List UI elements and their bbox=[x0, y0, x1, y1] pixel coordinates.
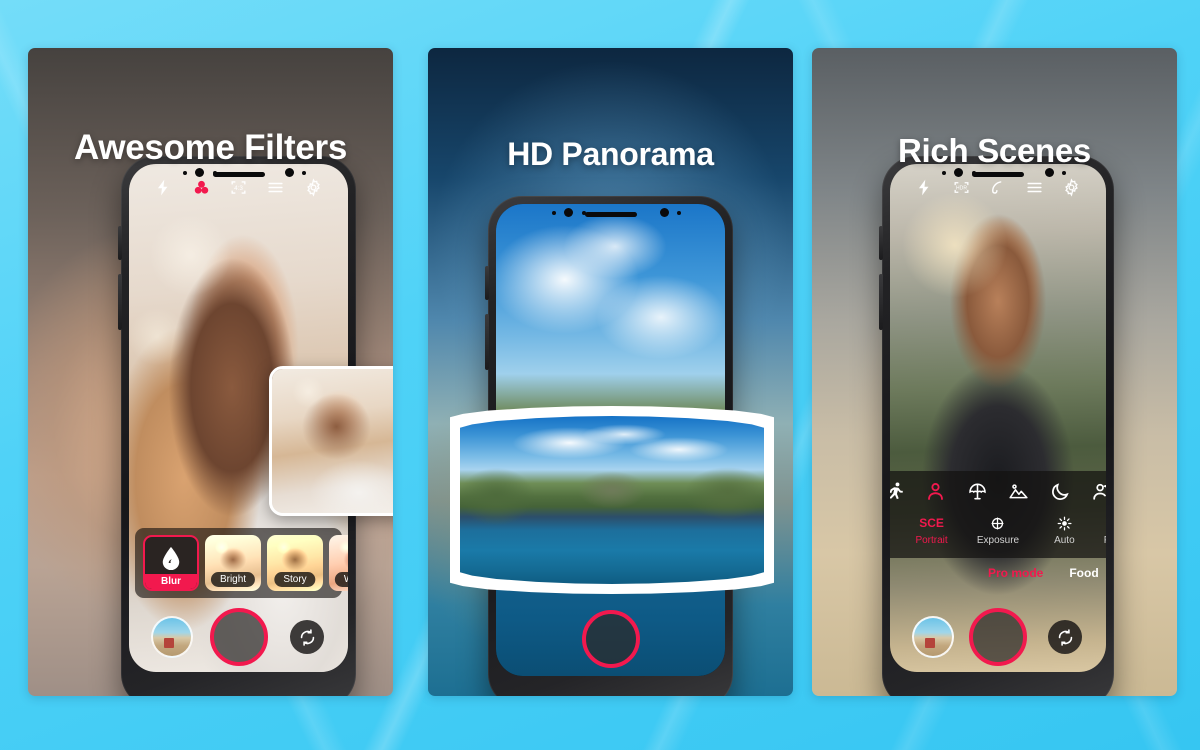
phone-mockup: HDR WB D bbox=[879, 156, 1114, 696]
panorama-arc-icon[interactable] bbox=[988, 178, 1007, 197]
panel-headline: Rich Scenes bbox=[898, 132, 1091, 169]
scene-settings-row: WB Daylight SCE Portrait Exposure Auto bbox=[890, 514, 1106, 546]
phone-bezel-sensors bbox=[488, 196, 733, 230]
filter-label: Blur bbox=[145, 574, 197, 589]
setting-photo-mode[interactable]: Photo mode bbox=[1102, 514, 1106, 546]
camera-controls bbox=[129, 606, 348, 668]
gallery-thumbnail[interactable] bbox=[912, 616, 954, 658]
settings-gear-icon[interactable] bbox=[304, 178, 323, 197]
camera-flip-icon[interactable] bbox=[1048, 620, 1082, 654]
landscape-mountain-icon[interactable] bbox=[1008, 481, 1029, 502]
mode-pro[interactable]: Pro mode bbox=[988, 566, 1043, 580]
svg-text:4:3: 4:3 bbox=[234, 185, 243, 192]
shutter-button[interactable] bbox=[209, 608, 268, 666]
filter-label: Warm bbox=[334, 572, 348, 587]
setting-value: WB bbox=[890, 514, 894, 532]
setting-scene[interactable]: SCE Portrait bbox=[903, 514, 961, 546]
water-drop-icon bbox=[160, 546, 182, 572]
camera-mode-strip: Pro mode Food Square bbox=[988, 566, 1106, 580]
camera-viewfinder-photo bbox=[890, 164, 1106, 672]
camera-controls bbox=[496, 608, 725, 670]
setting-caption: Portrait bbox=[915, 535, 948, 546]
filter-item-blur[interactable]: Blur bbox=[143, 535, 199, 591]
preview-thumbnail[interactable] bbox=[269, 366, 393, 516]
screenshot-panel-awesome-filters: Awesome Filters 4:3 Blur Bright Story bbox=[28, 48, 393, 696]
focus-auto-icon bbox=[1035, 514, 1093, 532]
panel-headline: Awesome Filters bbox=[73, 128, 348, 167]
filter-label: Bright bbox=[210, 572, 256, 587]
setting-caption: Daylight bbox=[890, 535, 894, 546]
flash-icon[interactable] bbox=[915, 178, 934, 197]
running-person-icon[interactable] bbox=[890, 481, 905, 502]
menu-icon[interactable] bbox=[1025, 178, 1044, 197]
flash-icon[interactable] bbox=[154, 178, 173, 197]
camera-flip-icon[interactable] bbox=[290, 620, 324, 654]
svg-text:HDR: HDR bbox=[956, 185, 967, 191]
settings-gear-icon[interactable] bbox=[1062, 178, 1081, 197]
scene-settings-strip: WB Daylight SCE Portrait Exposure Auto bbox=[890, 471, 1106, 558]
hdr-icon[interactable]: HDR bbox=[952, 178, 971, 197]
setting-caption: Exposure bbox=[976, 535, 1020, 546]
exposure-icon bbox=[969, 514, 1027, 532]
preview-photo bbox=[272, 369, 393, 513]
camera-topbar: 4:3 bbox=[129, 178, 348, 197]
filter-circles-icon[interactable] bbox=[192, 178, 211, 197]
shutter-button[interactable] bbox=[581, 610, 640, 668]
setting-exposure[interactable]: Exposure bbox=[969, 514, 1027, 546]
filter-item-story[interactable]: Story bbox=[267, 535, 323, 591]
filter-item-bright[interactable]: Bright bbox=[205, 535, 261, 591]
setting-white-balance[interactable]: WB Daylight bbox=[890, 514, 894, 546]
group-selfie-icon[interactable] bbox=[1091, 481, 1106, 502]
night-moon-icon[interactable] bbox=[1050, 481, 1071, 502]
filter-strip: Blur Bright Story Warm Dark bbox=[135, 528, 348, 598]
setting-value: SCE bbox=[919, 516, 944, 530]
panel-headline: HD Panorama bbox=[507, 136, 714, 172]
aspect-ratio-4-3-icon[interactable]: 4:3 bbox=[229, 178, 248, 197]
camera-controls bbox=[890, 606, 1106, 668]
camera-topbar: HDR bbox=[890, 178, 1106, 197]
setting-focus-auto[interactable]: Auto bbox=[1035, 514, 1093, 546]
panorama-photo[interactable] bbox=[450, 406, 774, 594]
phone-screen: HDR WB D bbox=[890, 164, 1106, 672]
camera-icon bbox=[1102, 514, 1106, 532]
filter-label: Story bbox=[274, 572, 316, 587]
screenshot-panel-hd-panorama: HD Panorama bbox=[428, 48, 793, 696]
panorama-image bbox=[460, 416, 764, 584]
menu-icon[interactable] bbox=[266, 178, 285, 197]
mode-food[interactable]: Food bbox=[1069, 566, 1098, 580]
setting-caption: Auto bbox=[1054, 535, 1075, 546]
shutter-button[interactable] bbox=[969, 608, 1027, 666]
screenshot-panel-rich-scenes: Rich Scenes HDR SCE Portrait Exposure Au… bbox=[812, 48, 1177, 696]
scene-icon-row bbox=[890, 481, 1106, 502]
filter-item-warm[interactable]: Warm bbox=[329, 535, 348, 591]
beach-umbrella-icon[interactable] bbox=[967, 481, 988, 502]
portrait-person-icon[interactable] bbox=[925, 481, 946, 502]
setting-caption: Photo mode bbox=[1102, 535, 1106, 546]
gallery-thumbnail[interactable] bbox=[151, 616, 193, 658]
